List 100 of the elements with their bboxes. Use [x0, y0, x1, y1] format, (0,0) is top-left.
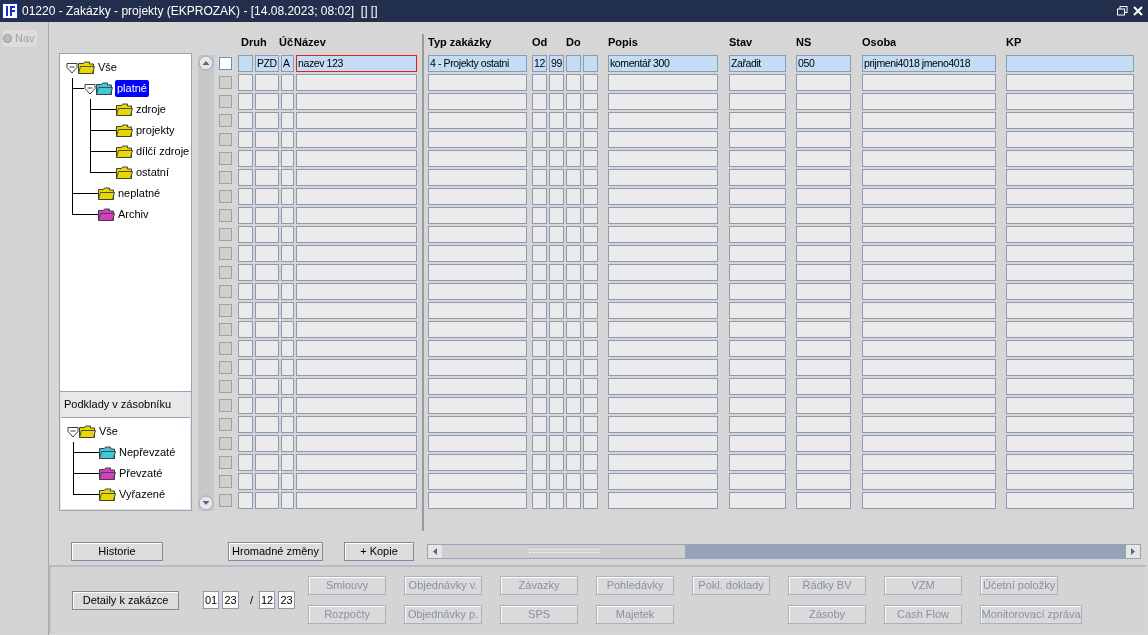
- table-cell[interactable]: [583, 378, 598, 395]
- table-cell[interactable]: PZD: [255, 55, 279, 72]
- table-cell[interactable]: [255, 283, 279, 300]
- table-cell[interactable]: [549, 283, 564, 300]
- table-cell[interactable]: [296, 188, 417, 205]
- table-cell[interactable]: [566, 150, 581, 167]
- table-cell[interactable]: [729, 416, 786, 433]
- table-cell[interactable]: [428, 74, 527, 91]
- table-cell[interactable]: [238, 112, 253, 129]
- table-cell[interactable]: prijmeni4018 jmeno4018: [862, 55, 996, 72]
- table-cell[interactable]: [566, 112, 581, 129]
- collapse-icon[interactable]: [67, 425, 79, 438]
- table-cell[interactable]: [1006, 340, 1134, 357]
- collapse-icon[interactable]: [66, 61, 78, 74]
- table-cell[interactable]: [238, 169, 253, 186]
- table-cell[interactable]: [566, 207, 581, 224]
- table-cell[interactable]: [281, 226, 294, 243]
- table-cell[interactable]: [796, 150, 851, 167]
- table-cell[interactable]: [428, 359, 527, 376]
- table-cell[interactable]: [281, 378, 294, 395]
- table-cell[interactable]: [796, 264, 851, 281]
- table-cell[interactable]: [796, 416, 851, 433]
- table-cell[interactable]: [796, 340, 851, 357]
- row-selector[interactable]: [217, 416, 234, 433]
- tree-item[interactable]: Nepřevzaté: [118, 444, 177, 461]
- table-cell[interactable]: [729, 169, 786, 186]
- table-cell[interactable]: [729, 321, 786, 338]
- table-cell[interactable]: [1006, 112, 1134, 129]
- detail-button[interactable]: Detaily k zakázce: [72, 590, 179, 610]
- table-cell[interactable]: [583, 302, 598, 319]
- table-cell[interactable]: [281, 169, 294, 186]
- table-cell[interactable]: [862, 112, 996, 129]
- row-selector[interactable]: [217, 112, 234, 129]
- table-cell[interactable]: [566, 264, 581, 281]
- table-cell[interactable]: [862, 74, 996, 91]
- table-cell[interactable]: [549, 435, 564, 452]
- table-cell[interactable]: [583, 188, 598, 205]
- table-cell[interactable]: [608, 150, 718, 167]
- table-cell[interactable]: [281, 397, 294, 414]
- table-cell[interactable]: [255, 435, 279, 452]
- table-cell[interactable]: [296, 131, 417, 148]
- table-cell[interactable]: [296, 245, 417, 262]
- table-cell[interactable]: [729, 397, 786, 414]
- table-cell[interactable]: [428, 112, 527, 129]
- table-cell[interactable]: [532, 473, 547, 490]
- table-cell[interactable]: [583, 359, 598, 376]
- table-cell[interactable]: [608, 207, 718, 224]
- row-selector[interactable]: [217, 150, 234, 167]
- table-cell[interactable]: [281, 340, 294, 357]
- table-cell[interactable]: [583, 226, 598, 243]
- table-cell[interactable]: [583, 416, 598, 433]
- table-cell[interactable]: [532, 416, 547, 433]
- table-cell[interactable]: [428, 473, 527, 490]
- table-cell[interactable]: [583, 112, 598, 129]
- table-cell[interactable]: [532, 245, 547, 262]
- table-cell[interactable]: [255, 378, 279, 395]
- table-cell[interactable]: [862, 378, 996, 395]
- table-cell[interactable]: [549, 150, 564, 167]
- table-cell[interactable]: [428, 207, 527, 224]
- table-cell[interactable]: [796, 245, 851, 262]
- table-cell[interactable]: [296, 454, 417, 471]
- table-cell[interactable]: [862, 226, 996, 243]
- table-cell[interactable]: [428, 93, 527, 110]
- table-cell[interactable]: [532, 454, 547, 471]
- table-cell[interactable]: [608, 93, 718, 110]
- table-cell[interactable]: [296, 492, 417, 509]
- table-cell[interactable]: [255, 245, 279, 262]
- table-cell[interactable]: 99: [549, 55, 564, 72]
- table-cell[interactable]: [862, 340, 996, 357]
- table-cell[interactable]: [796, 74, 851, 91]
- row-selector[interactable]: [217, 321, 234, 338]
- table-cell[interactable]: [532, 169, 547, 186]
- table-cell[interactable]: [238, 359, 253, 376]
- table-cell[interactable]: [281, 207, 294, 224]
- table-cell[interactable]: [238, 226, 253, 243]
- table-cell[interactable]: [729, 378, 786, 395]
- table-cell[interactable]: [549, 169, 564, 186]
- table-cell[interactable]: [566, 93, 581, 110]
- table-cell[interactable]: [1006, 321, 1134, 338]
- table-cell[interactable]: [608, 435, 718, 452]
- period-field[interactable]: 01: [203, 591, 219, 609]
- table-cell[interactable]: [729, 150, 786, 167]
- table-cell[interactable]: [583, 74, 598, 91]
- tree-item[interactable]: dílčí zdroje: [135, 143, 191, 160]
- table-cell[interactable]: [281, 302, 294, 319]
- table-cell[interactable]: [281, 359, 294, 376]
- table-cell[interactable]: [862, 150, 996, 167]
- table-cell[interactable]: [608, 74, 718, 91]
- table-cell[interactable]: [255, 340, 279, 357]
- table-cell[interactable]: [281, 435, 294, 452]
- table-cell[interactable]: [428, 169, 527, 186]
- table-cell[interactable]: [729, 340, 786, 357]
- table-cell[interactable]: [281, 454, 294, 471]
- table-cell[interactable]: [255, 112, 279, 129]
- table-cell[interactable]: [238, 74, 253, 91]
- table-cell[interactable]: [428, 302, 527, 319]
- table-cell[interactable]: [566, 397, 581, 414]
- table-cell[interactable]: [1006, 264, 1134, 281]
- period-field[interactable]: 12: [259, 591, 276, 609]
- table-cell[interactable]: [862, 264, 996, 281]
